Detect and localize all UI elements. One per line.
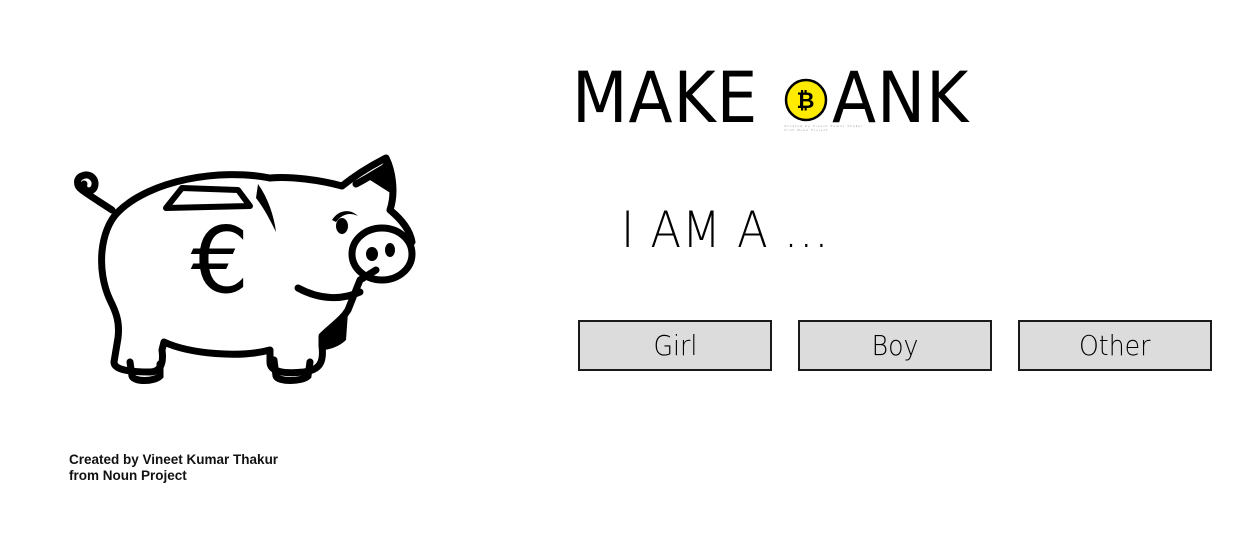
logo-text-ank: ANK: [832, 57, 970, 139]
girl-button-label: Girl: [653, 329, 697, 362]
svg-text:₿: ₿: [797, 89, 816, 114]
bitcoin-coin-icon: ₿: [785, 78, 828, 122]
girl-button[interactable]: Girl: [578, 320, 772, 371]
other-button-label: Other: [1079, 329, 1151, 362]
euro-sign-icon: €: [191, 207, 250, 314]
boy-button-label: Boy: [871, 329, 919, 362]
question-heading: I AM A ...: [621, 201, 830, 259]
piggy-bank-icon: €: [74, 154, 416, 384]
logo-text-make: MAKE: [572, 57, 759, 139]
illustration-credit: Created by Vineet Kumar Thakur from Noun…: [69, 452, 278, 484]
boy-button[interactable]: Boy: [798, 320, 992, 371]
credit-line-2: from Noun Project: [69, 468, 187, 483]
coin-credit-line-2: from Noun Project: [784, 127, 829, 132]
credit-line-1: Created by Vineet Kumar Thakur: [69, 452, 279, 467]
other-button[interactable]: Other: [1018, 320, 1212, 371]
app-logo-title: MAKE ₿ Created by Vineet Kumar Thakur fr…: [572, 62, 982, 134]
coin-wrapper: ₿ Created by Vineet Kumar Thakur from No…: [784, 62, 862, 134]
